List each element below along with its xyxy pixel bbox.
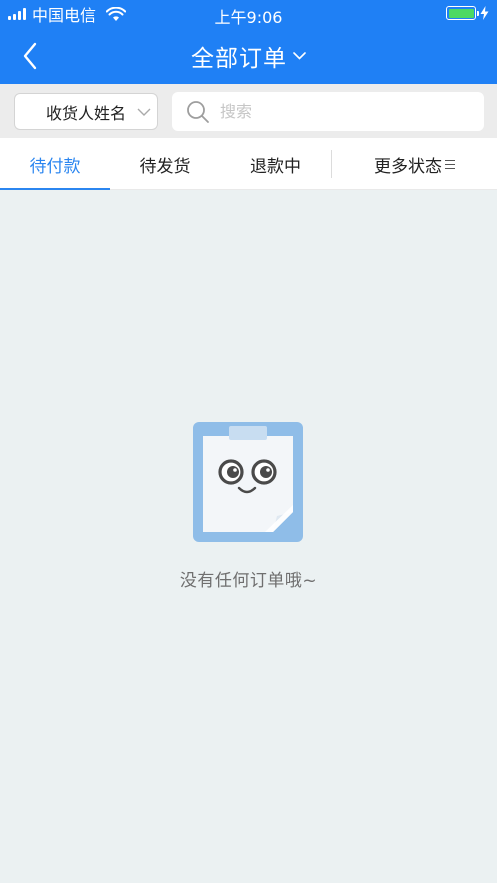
nav-bar: 全部订单 [0,28,497,84]
tab-pending-shipment[interactable]: 待发货 [110,138,220,190]
status-bar: 中国电信 上午9:06 [0,0,497,28]
search-icon [187,100,209,123]
order-filter-dropdown[interactable]: 全部订单 [0,40,497,72]
status-right [446,6,489,20]
chevron-down-icon [137,108,151,116]
status-time: 上午9:06 [214,8,283,27]
tab-label: 退款中 [250,156,301,177]
battery-fill [448,8,474,18]
filter-row: 收货人姓名 [0,84,497,138]
tab-pending-payment[interactable]: 待付款 [0,138,110,190]
tab-more-status[interactable]: 更多状态 [332,138,497,190]
page-title: 全部订单 [191,46,287,72]
tab-label: 待发货 [139,156,191,177]
tab-label: 待付款 [29,156,81,177]
active-tab-indicator [0,188,110,190]
charging-bolt-icon [480,6,489,20]
search-input[interactable] [220,102,470,121]
recipient-name-select-label: 收货人姓名 [46,103,127,123]
order-status-tabs: 待付款 待发货 退款中 更多状态 [0,138,497,190]
menu-lines-icon [445,159,455,169]
chevron-down-icon [293,52,306,60]
empty-state: 没有任何订单哦~ [0,422,497,591]
empty-clipboard-illustration [192,422,303,542]
empty-message: 没有任何订单哦~ [179,571,318,591]
header: 中国电信 上午9:06 全部订单 [0,0,497,84]
tab-refunding[interactable]: 退款中 [220,138,331,190]
tab-label: 更多状态 [374,156,442,177]
battery-icon [446,6,479,20]
battery-cap [477,10,479,16]
search-box[interactable] [172,92,484,131]
recipient-name-select[interactable]: 收货人姓名 [14,93,158,130]
